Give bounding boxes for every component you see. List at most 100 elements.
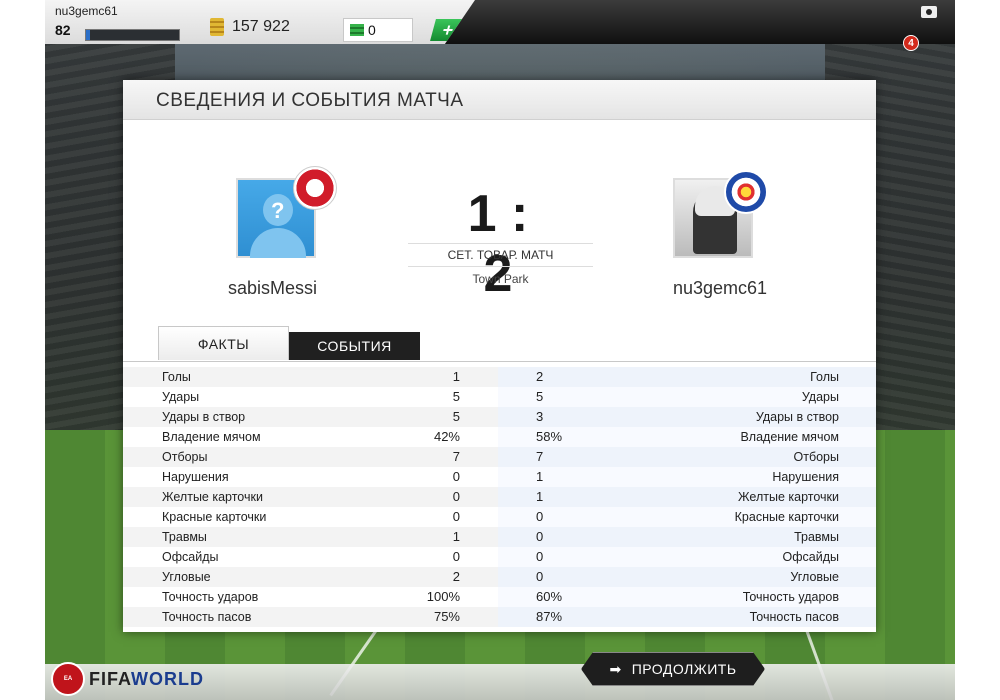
stat-label: Голы xyxy=(162,370,191,384)
stat-label: Красные карточки xyxy=(162,510,267,524)
home-stat-cell: Офсайды 0 xyxy=(123,547,498,567)
continue-label: ПРОДОЛЖИТЬ xyxy=(631,661,737,677)
table-row: Удары 5 5 Удары xyxy=(123,387,876,407)
stat-label: Офсайды xyxy=(162,550,219,564)
user-level: 82 xyxy=(55,22,71,38)
home-team-avatar[interactable]: ? xyxy=(236,166,337,258)
xp-progress-fill xyxy=(86,30,90,40)
away-stat-value: 87% xyxy=(536,609,563,624)
stat-label: Удары в створ xyxy=(162,410,246,424)
coins-value: 157 922 xyxy=(232,18,290,35)
home-stat-value: 5 xyxy=(452,389,460,404)
away-stat-cell: 5 Удары xyxy=(498,387,876,407)
stat-label: Нарушения xyxy=(162,470,229,484)
home-stat-cell: Точность пасов 75% xyxy=(123,607,498,627)
home-stat-value: 1 xyxy=(452,369,460,384)
table-row: Офсайды 0 0 Офсайды xyxy=(123,547,876,567)
away-team-avatar[interactable] xyxy=(673,170,768,258)
tab-bar: ФАКТЫ СОБЫТИЯ xyxy=(158,326,420,362)
divider xyxy=(123,361,876,362)
away-stat-value: 60% xyxy=(536,589,563,604)
stat-label: Нарушения xyxy=(772,470,839,484)
top-bar-profile-area: nu3gemc61 82 157 922 0 + xyxy=(45,0,475,44)
table-row: Желтые карточки 0 1 Желтые карточки xyxy=(123,487,876,507)
home-stat-value: 0 xyxy=(452,509,460,524)
table-row: Отборы 7 7 Отборы xyxy=(123,447,876,467)
away-stat-cell: 0 Красные карточки xyxy=(498,507,876,527)
table-row: Точность ударов 100% 60% Точность ударов xyxy=(123,587,876,607)
away-stat-cell: 60% Точность ударов xyxy=(498,587,876,607)
add-cash-button[interactable]: + xyxy=(430,19,466,41)
stat-label: Отборы xyxy=(162,450,208,464)
cash-icon xyxy=(350,24,364,36)
table-row: Нарушения 0 1 Нарушения xyxy=(123,467,876,487)
coin-stack-icon xyxy=(210,18,224,36)
home-stat-cell: Голы 1 xyxy=(123,367,498,387)
away-stat-value: 0 xyxy=(536,569,544,584)
away-stat-cell: 7 Отборы xyxy=(498,447,876,467)
cash-display: 0 xyxy=(343,18,413,42)
home-stat-cell: Отборы 7 xyxy=(123,447,498,467)
tab-facts[interactable]: ФАКТЫ xyxy=(158,326,289,360)
notification-badge[interactable]: 4 xyxy=(903,35,919,51)
away-stat-cell: 1 Желтые карточки xyxy=(498,487,876,507)
home-stat-value: 5 xyxy=(452,409,460,424)
stat-label: Голы xyxy=(810,370,839,384)
stat-label: Офсайды xyxy=(782,550,839,564)
ea-sports-logo-icon: EA SPORTS xyxy=(51,662,85,696)
home-stat-value: 0 xyxy=(452,489,460,504)
table-row: Точность пасов 75% 87% Точность пасов xyxy=(123,607,876,627)
table-row: Угловые 2 0 Угловые xyxy=(123,567,876,587)
home-stat-cell: Травмы 1 xyxy=(123,527,498,547)
away-stat-cell: 0 Угловые xyxy=(498,567,876,587)
table-row: Голы 1 2 Голы xyxy=(123,367,876,387)
match-summary-panel: СВЕДЕНИЯ И СОБЫТИЯ МАТЧА ? sabisMessi 1 … xyxy=(123,80,876,632)
home-stat-cell: Желтые карточки 0 xyxy=(123,487,498,507)
match-type: СЕТ. ТОВАР. МАТЧ xyxy=(408,243,593,267)
stat-label: Владение мячом xyxy=(740,430,839,444)
away-team-name: nu3gemc61 xyxy=(673,278,768,298)
away-stat-cell: 1 Нарушения xyxy=(498,467,876,487)
away-stat-value: 2 xyxy=(536,369,544,384)
home-stat-cell: Красные карточки 0 xyxy=(123,507,498,527)
table-row: Красные карточки 0 0 Красные карточки xyxy=(123,507,876,527)
away-stat-value: 7 xyxy=(536,449,544,464)
camera-icon[interactable] xyxy=(921,6,937,18)
stat-label: Желтые карточки xyxy=(738,490,839,504)
arrow-right-icon: ➡ xyxy=(609,660,622,677)
stat-label: Точность ударов xyxy=(742,590,839,604)
top-bar: nu3gemc61 82 157 922 0 + 4 xyxy=(45,0,955,51)
coins-display: 157 922 xyxy=(210,18,290,36)
club-crest-icon xyxy=(293,166,337,210)
home-stat-cell: Нарушения 0 xyxy=(123,467,498,487)
away-stat-value: 5 xyxy=(536,389,544,404)
stat-label: Красные карточки xyxy=(734,510,839,524)
club-crest-icon xyxy=(724,170,768,214)
home-stat-cell: Удары 5 xyxy=(123,387,498,407)
stat-label: Угловые xyxy=(790,570,839,584)
stat-label: Угловые xyxy=(162,570,211,584)
home-stat-value: 100% xyxy=(426,589,460,604)
stat-label: Желтые карточки xyxy=(162,490,263,504)
tab-events[interactable]: СОБЫТИЯ xyxy=(289,332,420,360)
home-stat-value: 1 xyxy=(452,529,460,544)
stat-label: Травмы xyxy=(162,530,207,544)
bottom-bar: EA SPORTS FIFAWORLD ➡ ПРОДОЛЖИТЬ xyxy=(45,652,955,700)
continue-button[interactable]: ➡ ПРОДОЛЖИТЬ xyxy=(581,652,765,686)
away-stat-cell: 58% Владение мячом xyxy=(498,427,876,447)
stat-label: Точность ударов xyxy=(162,590,259,604)
home-stat-value: 7 xyxy=(452,449,460,464)
stats-table: Голы 1 2 Голы Удары 5 5 Удары Удары в створ 5 3 Уда… xyxy=(123,367,876,627)
fifa-world-logo: EA SPORTS FIFAWORLD xyxy=(51,662,203,698)
away-stat-cell: 0 Офсайды xyxy=(498,547,876,567)
away-stat-value: 0 xyxy=(536,529,544,544)
away-stat-cell: 0 Травмы xyxy=(498,527,876,547)
away-stat-cell: 2 Голы xyxy=(498,367,876,387)
xp-progress-bar xyxy=(85,29,180,41)
stat-label: Травмы xyxy=(794,530,839,544)
away-stat-value: 1 xyxy=(536,469,544,484)
away-stat-value: 0 xyxy=(536,549,544,564)
home-stat-cell: Владение мячом 42% xyxy=(123,427,498,447)
away-stat-cell: 87% Точность пасов xyxy=(498,607,876,627)
cash-value: 0 xyxy=(368,22,376,38)
